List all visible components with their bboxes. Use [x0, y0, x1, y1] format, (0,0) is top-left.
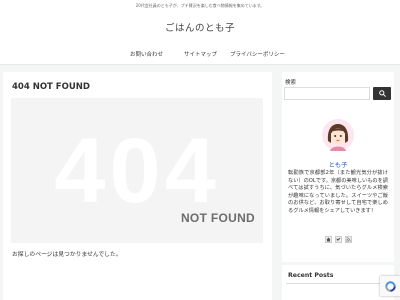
main-content: 404 NOT FOUND 404 NOT FOUND お探しのページは見つかり… [3, 72, 272, 300]
sidebar: 検索 とも子 転勤族で京都部2年（また観光気分が抜けない）のOLです。京都の美味… [282, 72, 394, 262]
site-tagline: 20代会社員のとも子が、プチ贅沢を楽しむ食べ物情報を集めています。 [135, 3, 265, 8]
not-found-image: 404 NOT FOUND [11, 98, 263, 243]
home-icon [326, 237, 331, 242]
global-nav: お問い合わせ サイトマップ プライバシーポリシー [0, 42, 400, 65]
nav-item-sitemap[interactable]: サイトマップ [184, 50, 217, 58]
not-found-label: NOT FOUND [180, 211, 255, 225]
nav-item-contact[interactable]: お問い合わせ [130, 50, 163, 58]
site-header: ごはんのとも子 [0, 12, 400, 42]
page-title: 404 NOT FOUND [12, 82, 90, 92]
profile-avatar-illustration [322, 119, 354, 151]
rss-link-button[interactable] [345, 236, 352, 243]
social-links [325, 236, 352, 243]
recaptcha-icon [384, 280, 396, 292]
nav-item-privacy-policy[interactable]: プライバシーポリシー [230, 50, 285, 58]
search-label: 検索 [285, 80, 297, 86]
twitter-link-button[interactable] [335, 236, 342, 243]
avatar [322, 119, 354, 151]
not-found-message: お探しのページは見つかりませんでした。 [12, 252, 122, 258]
recent-posts-heading: Recent Posts [288, 272, 334, 279]
not-found-number: 404 [54, 120, 220, 222]
site-title[interactable]: ごはんのとも子 [165, 20, 235, 34]
recent-posts-divider [286, 283, 390, 284]
recent-posts-widget: Recent Posts [282, 265, 394, 300]
search-button[interactable] [373, 87, 391, 100]
home-link-button[interactable] [325, 236, 332, 243]
site-tagline-bar: 20代会社員のとも子が、プチ贅沢を楽しむ食べ物情報を集めています。 [0, 0, 400, 12]
profile-bio: 転勤族で京都部2年（また観光気分が抜けない）のOLです。京都の美味しいものを調べ… [288, 170, 388, 214]
search-icon [378, 90, 386, 97]
search-input[interactable] [284, 87, 370, 100]
profile-name[interactable]: とも子 [282, 160, 394, 169]
rss-icon [346, 237, 351, 242]
recaptcha-badge[interactable] [380, 276, 400, 296]
twitter-icon [336, 237, 341, 241]
